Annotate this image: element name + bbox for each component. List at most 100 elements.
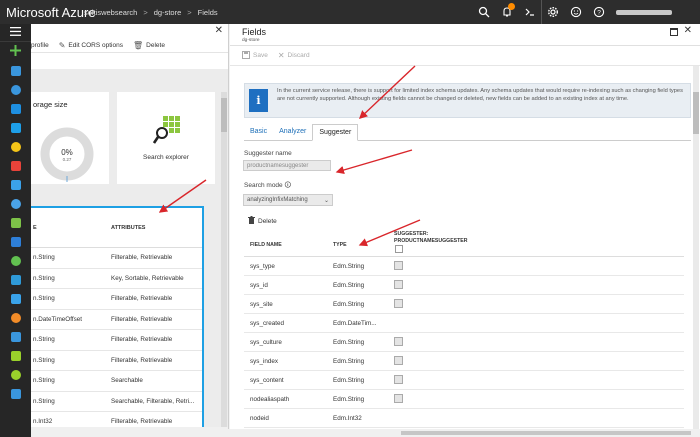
nav-devops-icon[interactable] [0, 270, 31, 289]
nav-cloud-services-icon[interactable] [0, 175, 31, 194]
search-explorer-tile[interactable]: Search explorer [117, 92, 215, 184]
table-row[interactable]: sys_created Edm.DateTim... [244, 314, 684, 333]
tab-analyzer[interactable]: Analyzer [273, 128, 312, 140]
table-row[interactable]: n.String Filterable, Retrievable [31, 248, 202, 269]
search-icon[interactable] [472, 0, 495, 24]
save-disk-icon [242, 50, 250, 61]
azure-ad-icon [10, 293, 21, 304]
donut-percent: 0% [61, 148, 73, 157]
nav-azure-ad-icon[interactable] [0, 289, 31, 308]
suggester-checkbox[interactable] [394, 299, 403, 308]
edit-profile-button[interactable]: profile [31, 42, 49, 49]
table-row[interactable]: sys_index Edm.String [244, 352, 684, 371]
cloud-shell-icon[interactable] [518, 0, 541, 24]
dashboard-icon [10, 65, 21, 76]
table-row[interactable]: n.String Searchable, Filterable, Retri... [31, 392, 202, 412]
fields-scrollbar[interactable] [693, 66, 699, 436]
suggester-checkbox[interactable] [394, 394, 403, 403]
suggester-name-label: Suggester name [244, 150, 292, 157]
help-icon[interactable]: ? [587, 0, 610, 24]
settings-gear-icon[interactable] [541, 0, 564, 24]
select-all-checkbox[interactable] [395, 245, 403, 253]
table-row[interactable]: n.String Filterable, Retrievable [31, 351, 202, 371]
tab-suggester[interactable]: Suggester [312, 124, 359, 141]
field-name: nodeid [250, 415, 269, 422]
table-row[interactable]: nodeid Edm.Int32 [244, 409, 684, 428]
save-button[interactable]: Save [242, 50, 268, 61]
suggester-checkbox[interactable] [394, 280, 403, 289]
svg-text:?: ? [597, 9, 601, 16]
feedback-smiley-icon[interactable] [564, 0, 587, 24]
row-type: n.String [33, 377, 55, 384]
nav-function-apps-icon[interactable] [0, 137, 31, 156]
nav-advisor-icon[interactable] [0, 327, 31, 346]
nav-load-balancers-icon[interactable] [0, 213, 31, 232]
row-type: n.String [33, 274, 55, 282]
table-row[interactable]: n.String Key, Sortable, Retrievable [31, 269, 202, 289]
edit-cors-button[interactable]: ✎ Edit CORS options [59, 41, 123, 50]
new-plus-icon [10, 45, 21, 58]
storage-size-tile[interactable]: orage size 0% 0.27 [31, 92, 109, 184]
field-tabs: Basic Analyzer Suggester [244, 123, 691, 141]
nav-dashboard-icon[interactable] [0, 61, 31, 80]
table-row[interactable]: sys_id Edm.String [244, 276, 684, 295]
table-row[interactable]: n.String Searchable [31, 371, 202, 392]
table-row[interactable]: n.String Filterable, Retrievable [31, 289, 202, 310]
table-row[interactable]: nodealiaspath Edm.String [244, 390, 684, 409]
table-row[interactable]: n.String Filterable, Retrievable [31, 330, 202, 351]
suggester-checkbox[interactable] [394, 261, 403, 270]
nav-virtual-networks-icon[interactable] [0, 251, 31, 270]
breadcrumb-fields[interactable]: Fields [198, 8, 218, 17]
nav-security-center-icon[interactable] [0, 346, 31, 365]
table-row[interactable]: n.DateTimeOffset Filterable, Retrievable [31, 310, 202, 330]
table-row[interactable]: sys_culture Edm.String [244, 333, 684, 352]
table-row[interactable]: sys_type Edm.String [244, 257, 684, 276]
nav-monitor-icon[interactable] [0, 308, 31, 327]
maximize-icon[interactable] [670, 28, 678, 36]
nav-all-resources-icon[interactable] [0, 80, 31, 99]
field-name: sys_index [250, 358, 279, 365]
storage-accounts-icon [10, 236, 21, 247]
index-scroll-thumb[interactable] [221, 98, 227, 132]
tab-basic[interactable]: Basic [244, 128, 273, 140]
discard-button[interactable]: ✕ Discard [278, 51, 310, 60]
monitor-icon [10, 312, 21, 323]
index-fields-rows: n.String Filterable, Retrievable n.String K… [31, 248, 202, 435]
nav-hamburger-icon[interactable] [0, 24, 31, 42]
search-mode-select[interactable]: analyzingInfixMatching ⌄ [243, 194, 333, 206]
close-icon[interactable]: ✕ [215, 25, 223, 36]
fields-blade-header: Fields dg-store ✕ [230, 24, 700, 46]
nav-cost-management-icon[interactable] [0, 365, 31, 384]
field-type: Edm.String [333, 358, 365, 365]
breadcrumb-index[interactable]: dg-store [154, 8, 182, 17]
table-row[interactable]: sys_site Edm.String [244, 295, 684, 314]
nav-resource-groups-icon[interactable] [0, 99, 31, 118]
suggester-name-input[interactable] [243, 160, 331, 171]
delete-index-button[interactable]: 🗑 Delete [133, 41, 165, 50]
notifications-icon[interactable] [495, 0, 518, 24]
row-attributes: Filterable, Retrievable [111, 315, 173, 323]
azure-brand[interactable]: Microsoft Azure [0, 5, 96, 20]
page-hscroll-thumb[interactable] [401, 431, 691, 435]
index-scrollbar[interactable] [221, 92, 227, 437]
breadcrumb-service[interactable]: soltiswebsearch [84, 8, 137, 17]
suggester-checkbox[interactable] [394, 356, 403, 365]
row-attributes: Filterable, Retrievable [111, 336, 173, 343]
nav-new-plus-icon[interactable] [0, 42, 31, 61]
page-hscroll[interactable] [31, 429, 700, 437]
nav-virtual-machines-icon[interactable] [0, 194, 31, 213]
suggester-checkbox[interactable] [394, 337, 403, 346]
nav-sql-databases-icon[interactable] [0, 156, 31, 175]
nav-help-support-icon[interactable] [0, 384, 31, 403]
nav-storage-accounts-icon[interactable] [0, 232, 31, 251]
nav-app-services-icon[interactable] [0, 118, 31, 137]
user-account[interactable] [610, 0, 700, 24]
table-row[interactable]: sys_content Edm.String [244, 371, 684, 390]
row-type: n.DateTimeOffset [33, 315, 82, 323]
security-center-icon [10, 350, 21, 361]
cloud-services-icon [10, 179, 21, 190]
delete-field-button[interactable]: Delete [244, 213, 684, 229]
close-icon[interactable]: ✕ [684, 25, 692, 36]
suggester-checkbox[interactable] [394, 375, 403, 384]
fields-scroll-thumb[interactable] [693, 92, 699, 134]
